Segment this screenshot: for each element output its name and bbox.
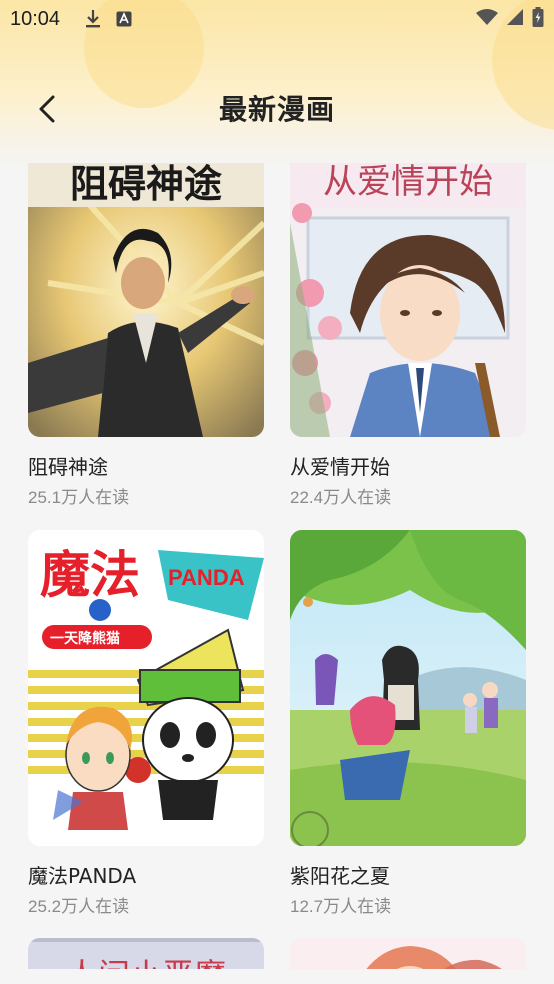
- download-icon: [84, 9, 102, 29]
- cover-title-text: 魔法: [40, 545, 140, 604]
- comic-cover[interactable]: 从爱情开始: [290, 163, 526, 437]
- comic-card[interactable]: 阻碍神途 阻碍神途 25.1万人在读: [28, 163, 264, 508]
- cover-title-text: 从爱情开始: [323, 163, 493, 202]
- comic-cover[interactable]: [290, 530, 526, 846]
- back-button[interactable]: [30, 92, 64, 126]
- comic-card[interactable]: 从爱情开始 从爱情开始 22.4万人在读: [290, 163, 526, 508]
- comic-card[interactable]: 紫阳花之夏 12.7万人在读: [290, 530, 526, 917]
- comic-reads: 22.4万人在读: [290, 488, 392, 507]
- comic-cover[interactable]: [290, 938, 526, 969]
- status-bar: 10:04: [0, 0, 554, 38]
- comic-reads: 25.2万人在读: [28, 897, 130, 916]
- comic-title: 从爱情开始: [290, 455, 390, 479]
- status-time: 10:04: [10, 7, 61, 30]
- wifi-icon: [476, 8, 498, 30]
- comic-reads: 25.1万人在读: [28, 488, 130, 507]
- comic-card[interactable]: [290, 938, 526, 969]
- comic-title: 魔法PANDA: [28, 864, 137, 888]
- comic-title: 阻碍神途: [28, 455, 108, 479]
- comic-card[interactable]: 魔法 PANDA 一天降熊猫 魔法PANDA 25.2万人在读: [28, 530, 264, 917]
- signal-icon: [506, 8, 524, 30]
- comic-grid: 阻碍神途 阻碍神途 25.1万人在读 从爱情开始 从爱情开始 22.4万人在读 …: [0, 163, 554, 969]
- comic-reads: 12.7万人在读: [290, 897, 392, 916]
- battery-icon: [532, 7, 544, 31]
- cover-title-text: 人间小恶魔: [66, 956, 226, 969]
- comic-card[interactable]: 人间小恶魔: [28, 938, 264, 969]
- cover-sub-text: 一天降熊猫: [50, 630, 120, 647]
- comic-cover[interactable]: 阻碍神途: [28, 163, 264, 437]
- nav-bar: 最新漫画: [0, 80, 554, 136]
- comic-cover[interactable]: 魔法 PANDA 一天降熊猫: [28, 530, 264, 846]
- cover-title-text: 阻碍神途: [70, 163, 222, 206]
- a-box-icon: [116, 11, 132, 27]
- cover-panda-text: PANDA: [168, 565, 245, 590]
- page-title: 最新漫画: [218, 93, 335, 126]
- comic-cover[interactable]: 人间小恶魔: [28, 938, 264, 969]
- comic-title: 紫阳花之夏: [290, 864, 390, 888]
- chevron-left-icon: [39, 95, 55, 123]
